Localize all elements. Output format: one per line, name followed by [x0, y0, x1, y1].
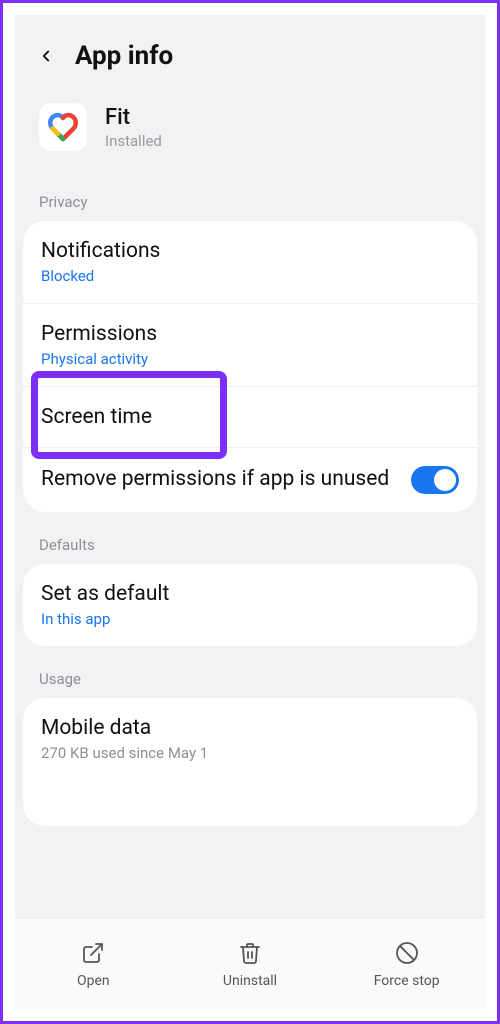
remove-permissions-toggle[interactable] [411, 466, 459, 494]
notifications-title: Notifications [41, 239, 459, 263]
remove-permissions-title: Remove permissions if app is unused [41, 466, 397, 493]
screen-time-row[interactable]: Screen time [23, 386, 477, 447]
app-summary: Fit Installed [15, 81, 485, 169]
remove-permissions-row[interactable]: Remove permissions if app is unused [23, 447, 477, 512]
uninstall-button[interactable]: Uninstall [172, 939, 329, 989]
app-icon [39, 103, 87, 151]
bottom-action-bar: Open Uninstall Force stop [15, 917, 485, 1009]
truncated-row [23, 780, 477, 826]
open-icon [79, 939, 107, 967]
open-button[interactable]: Open [15, 939, 172, 989]
uninstall-label: Uninstall [223, 973, 277, 989]
permissions-status: Physical activity [41, 350, 459, 368]
set-default-status: In this app [41, 610, 459, 628]
chevron-left-icon [37, 47, 55, 65]
google-fit-heart-icon [45, 109, 81, 145]
force-stop-label: Force stop [374, 973, 440, 989]
app-install-status: Installed [105, 132, 162, 150]
permissions-title: Permissions [41, 322, 459, 346]
set-default-title: Set as default [41, 582, 459, 606]
trash-icon [236, 939, 264, 967]
screen-time-title: Screen time [41, 405, 459, 429]
set-default-row[interactable]: Set as default In this app [23, 564, 477, 646]
open-label: Open [77, 973, 110, 989]
mobile-data-title: Mobile data [41, 716, 459, 740]
mobile-data-row[interactable]: Mobile data 270 KB used since May 1 [23, 698, 477, 780]
section-label-defaults: Defaults [15, 512, 485, 564]
back-button[interactable] [35, 45, 57, 67]
page-title: App info [75, 41, 173, 71]
notifications-row[interactable]: Notifications Blocked [23, 221, 477, 303]
stop-icon [393, 939, 421, 967]
force-stop-button[interactable]: Force stop [328, 939, 485, 989]
notifications-status: Blocked [41, 267, 459, 285]
app-name: Fit [105, 105, 162, 130]
section-label-usage: Usage [15, 646, 485, 698]
section-label-privacy: Privacy [15, 169, 485, 221]
mobile-data-status: 270 KB used since May 1 [41, 744, 459, 762]
permissions-row[interactable]: Permissions Physical activity [23, 303, 477, 386]
